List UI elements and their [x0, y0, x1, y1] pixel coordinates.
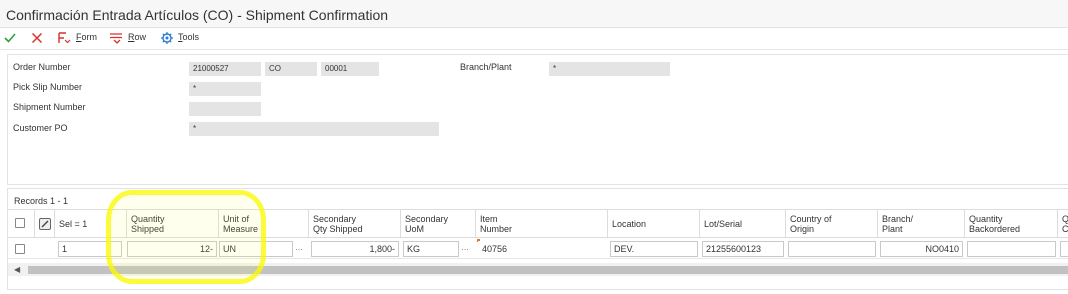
order-number-label: Order Number	[13, 62, 71, 72]
header-country-of-origin[interactable]: Country of Origin	[786, 210, 878, 237]
close-icon[interactable]	[30, 31, 44, 47]
header-quantity-shipped[interactable]: Quantity Shipped	[127, 210, 219, 237]
cell-quantity-shipped[interactable]: 12-	[127, 241, 217, 257]
branch-plant-label: Branch/Plant	[460, 62, 512, 72]
branch-plant-field[interactable]: *	[549, 62, 670, 76]
row-icon[interactable]	[109, 31, 125, 47]
cell-item-number[interactable]: 40756	[478, 241, 606, 257]
order-type-field[interactable]: CO	[265, 62, 317, 76]
edit-icon[interactable]	[39, 217, 51, 230]
customer-po-field[interactable]: *	[189, 122, 439, 136]
edit-column-header	[35, 210, 55, 237]
tools-menu[interactable]: Tools	[178, 32, 199, 42]
records-count: Records 1 - 1	[14, 196, 69, 206]
shipment-number-label: Shipment Number	[13, 102, 86, 112]
header-lot-serial[interactable]: Lot/Serial	[700, 210, 786, 237]
shipment-number-field[interactable]	[189, 102, 261, 116]
cell-lot-serial[interactable]: 21255600123	[702, 241, 784, 257]
header-location[interactable]: Location	[608, 210, 700, 237]
cell-quantity-backordered[interactable]	[967, 241, 1056, 257]
select-all-cell	[8, 210, 35, 237]
select-all-checkbox[interactable]	[15, 218, 25, 228]
cell-branch-plant[interactable]: NO0410	[880, 241, 963, 257]
order-company-field[interactable]: 00001	[321, 62, 379, 76]
cell-next-column[interactable]	[1060, 241, 1068, 257]
title-bar: Confirmación Entrada Artículos (CO) - Sh…	[0, 0, 1068, 28]
window-title: Confirmación Entrada Artículos (CO) - Sh…	[6, 7, 389, 23]
customer-po-label: Customer PO	[13, 123, 68, 133]
secondary-uom-lookup-button[interactable]: …	[461, 243, 469, 252]
header-item-number[interactable]: Item Number	[476, 210, 608, 237]
form-menu[interactable]: Form	[76, 32, 97, 42]
pick-slip-number-field[interactable]: *	[189, 82, 261, 96]
tools-icon[interactable]	[160, 31, 174, 47]
pick-slip-number-label: Pick Slip Number	[13, 82, 83, 92]
header-sel[interactable]: Sel = 1	[55, 210, 127, 237]
row-checkbox[interactable]	[15, 244, 25, 254]
cell-secondary-uom[interactable]: KG	[403, 241, 459, 257]
header-form: Order Number 21000527 CO 00001 Branch/Pl…	[7, 54, 1068, 185]
header-secondary-qty-shipped[interactable]: Secondary Qty Shipped	[309, 210, 401, 237]
cell-unit-of-measure[interactable]: UN	[219, 241, 293, 257]
header-quantity-backordered[interactable]: Quantity Backordered	[965, 210, 1058, 237]
cell-sel[interactable]: 1	[58, 241, 122, 257]
scrollbar-thumb[interactable]	[28, 266, 1068, 274]
table-row[interactable]: 1 12- UN … 1,800- KG … 40756 DEV. 212556…	[8, 239, 1068, 259]
cell-location[interactable]: DEV.	[610, 241, 698, 257]
form-icon[interactable]	[57, 31, 72, 47]
grid-header: Sel = 1 Quantity Shipped Unit of Measure…	[8, 209, 1068, 238]
uom-lookup-button[interactable]: …	[295, 243, 303, 252]
header-secondary-uom[interactable]: Secondary UoM	[401, 210, 476, 237]
row-menu[interactable]: Row	[128, 32, 146, 42]
scroll-left-icon[interactable]: ◀	[14, 265, 20, 274]
cell-country-of-origin[interactable]	[788, 241, 876, 257]
order-number-field[interactable]: 21000527	[189, 62, 261, 76]
header-next-column[interactable]: Q C	[1058, 210, 1068, 237]
check-icon[interactable]	[3, 31, 17, 47]
horizontal-scrollbar[interactable]: ◀	[8, 263, 1068, 276]
detail-grid: Records 1 - 1 Sel = 1 Quantity Shipped U…	[7, 188, 1068, 290]
cell-secondary-qty-shipped[interactable]: 1,800-	[311, 241, 399, 257]
toolbar: Form Row Tools	[0, 28, 1068, 50]
header-branch-plant[interactable]: Branch/ Plant	[878, 210, 965, 237]
header-unit-of-measure[interactable]: Unit of Measure	[219, 210, 309, 237]
